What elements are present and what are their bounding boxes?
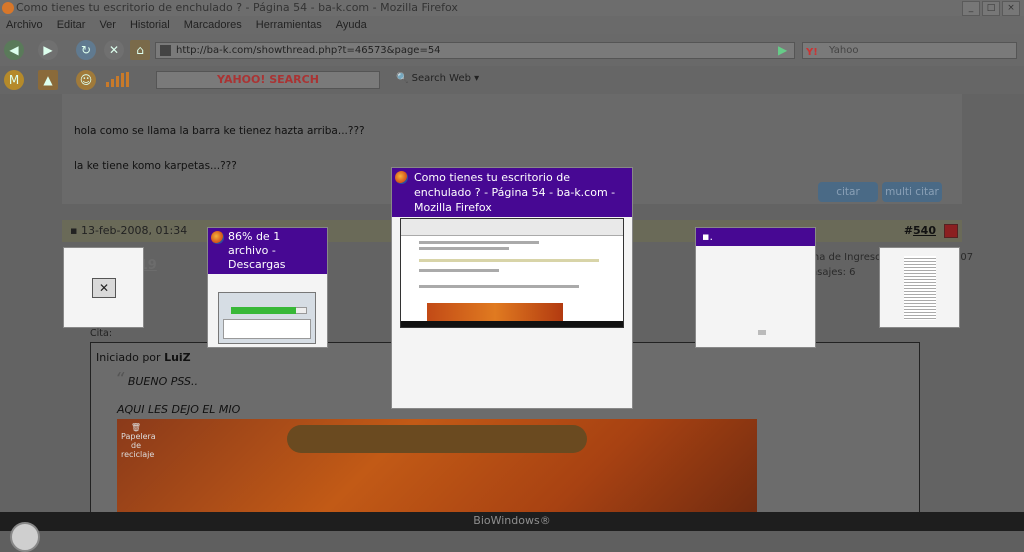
stop-icon[interactable]: ✕ <box>104 40 124 60</box>
post-date: ▪ 13-feb-2008, 01:34 <box>70 224 188 237</box>
recycle-bin-label: Papelera de reciclaje <box>121 432 156 459</box>
yahoo-search-logo: YAHOO! SEARCH <box>217 73 319 86</box>
menu-herramientas[interactable]: Herramientas <box>256 19 322 31</box>
taskbar-label: BioWindows® <box>473 514 551 527</box>
firefox-icon <box>211 231 224 244</box>
quote-mark-icon: “ <box>115 369 125 390</box>
post-text-line1: hola como se llama la barra ke tienez ha… <box>74 125 365 137</box>
navigation-toolbar: ◀ ▶ ↻ ✕ ⌂ http://ba-k.com/showthread.php… <box>0 34 1024 66</box>
menu-editar[interactable]: Editar <box>57 19 86 31</box>
citar-button[interactable]: citar <box>818 182 878 202</box>
post-date-text: 13-feb-2008, 01:34 <box>80 224 188 237</box>
post-number-value: 540 <box>913 224 936 237</box>
preview-line <box>419 259 599 262</box>
site-favicon-icon <box>160 45 171 56</box>
signal-bars-icon <box>106 72 129 87</box>
home-icon[interactable]: ⌂ <box>130 40 150 60</box>
post-number-prefix: # <box>903 224 914 237</box>
thumbnail-firefox-title: Como tienes tu escritorio de enchulado ?… <box>392 168 632 217</box>
preview-toolbar <box>401 219 623 236</box>
window-title: Como tienes tu escritorio de enchulado ?… <box>16 1 458 14</box>
search-web-button[interactable]: 🔍 Search Web ▾ <box>396 73 479 84</box>
close-button[interactable]: × <box>1002 1 1020 16</box>
firefox-icon <box>2 2 14 14</box>
search-input[interactable]: Y! Yahoo <box>802 42 1017 59</box>
reload-icon[interactable]: ↻ <box>76 40 96 60</box>
yahoo-search-input[interactable]: YAHOO! SEARCH <box>156 71 380 89</box>
forward-arrow-icon[interactable]: ▶ <box>38 40 58 60</box>
iniciado-label: Iniciado por <box>96 351 161 364</box>
taskbar: BioWindows® <box>0 512 1024 552</box>
quote-line1-text: BUENO PSS.. <box>127 375 198 388</box>
quote-author: Iniciado por LuiZ <box>96 351 191 364</box>
thumbnail-downloads[interactable]: 86% de 1 archivo - Descargas <box>208 228 327 347</box>
desktop-screenshot-image: 🗑 Papelera de reciclaje <box>117 419 757 512</box>
post-number[interactable]: #540 <box>904 224 936 237</box>
menu-historial[interactable]: Historial <box>130 19 170 31</box>
up-arrow-icon[interactable]: ▲ <box>38 70 58 90</box>
multi-citar-button[interactable]: multi citar <box>882 182 942 202</box>
yahoo-logo-icon: Y! <box>806 47 818 58</box>
go-arrow-icon[interactable]: ▶ <box>778 43 794 59</box>
window-controls: _ □ × <box>962 1 1020 16</box>
firefox-title-text: Como tienes tu escritorio de enchulado ?… <box>414 171 616 214</box>
preview-line <box>419 241 539 244</box>
thumbnail-blank[interactable]: ▪. <box>696 228 815 347</box>
preview-line <box>419 285 579 288</box>
start-orb-icon[interactable] <box>10 522 40 552</box>
quote-line2: AQUI LES DEJO EL MIO <box>117 403 241 416</box>
report-icon[interactable] <box>944 224 958 238</box>
blank-title-text: . <box>709 230 713 243</box>
thumbnail-blank-title: ▪. <box>696 228 815 246</box>
window-titlebar: Como tienes tu escritorio de enchulado ?… <box>0 0 1024 16</box>
preview-line <box>419 247 509 250</box>
browser-preview-image <box>400 218 624 328</box>
downloads-window-preview <box>218 292 316 344</box>
maximize-button[interactable]: □ <box>982 1 1000 16</box>
back-arrow-icon[interactable]: ◀ <box>4 40 24 60</box>
quote-line1: “ BUENO PSS.. <box>115 369 198 390</box>
minimize-button[interactable]: _ <box>962 1 980 16</box>
m-logo-icon[interactable]: M <box>4 70 24 90</box>
post-text-line2: la ke tiene komo karpetas...??? <box>74 160 237 172</box>
url-bar[interactable]: http://ba-k.com/showthread.php?t=46573&p… <box>155 42 795 59</box>
recycle-bin-icon: 🗑 Papelera de reciclaje <box>121 423 156 459</box>
thumbnail-dialog[interactable]: ✕ <box>64 248 143 327</box>
cita-label: Cita: <box>90 328 113 339</box>
download-list-preview <box>223 319 311 339</box>
thumbnail-list[interactable] <box>880 248 959 327</box>
yahoo-toolbar: M ▲ ☺ YAHOO! SEARCH 🔍 Search Web ▾ <box>0 66 1024 94</box>
search-placeholder: Yahoo <box>829 45 859 56</box>
url-text: http://ba-k.com/showthread.php?t=46573&p… <box>176 45 441 56</box>
dialog-close-icon: ✕ <box>92 278 116 298</box>
list-window-preview <box>904 256 936 320</box>
download-progress-fill <box>231 307 296 314</box>
menu-ayuda[interactable]: Ayuda <box>336 19 367 31</box>
search-web-label: Search Web <box>411 73 471 84</box>
dock-bar <box>287 425 587 453</box>
thumbnail-downloads-title: 86% de 1 archivo - Descargas <box>208 228 327 274</box>
menu-archivo[interactable]: Archivo <box>6 19 43 31</box>
menu-marcadores[interactable]: Marcadores <box>184 19 242 31</box>
small-icon <box>758 330 766 335</box>
menu-bar: Archivo Editar Ver Historial Marcadores … <box>0 16 1024 34</box>
firefox-icon <box>395 171 408 184</box>
preview-line <box>419 269 499 272</box>
preview-taskbar <box>401 321 623 327</box>
downloads-title-text: 86% de 1 archivo - Descargas <box>228 230 286 271</box>
menu-ver[interactable]: Ver <box>99 19 116 31</box>
thumbnail-firefox[interactable]: Como tienes tu escritorio de enchulado ?… <box>392 168 632 408</box>
author-name: LuiZ <box>164 351 191 364</box>
smiley-icon[interactable]: ☺ <box>76 70 96 90</box>
